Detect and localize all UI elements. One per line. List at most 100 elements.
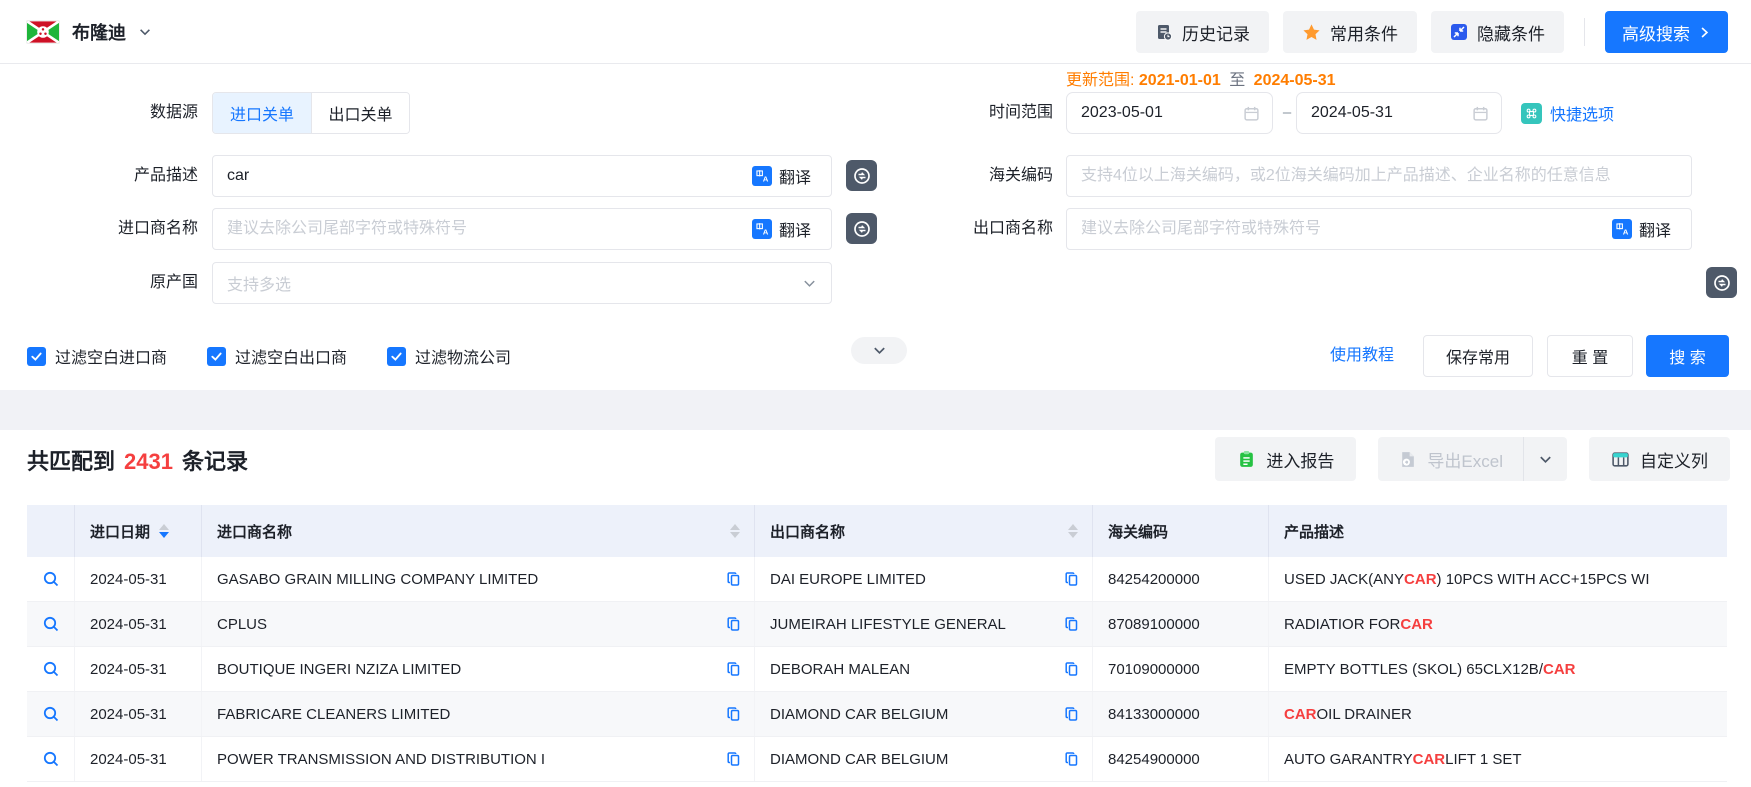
circle-arrows-icon bbox=[852, 166, 872, 186]
tutorial-link[interactable]: 使用教程 bbox=[1330, 335, 1394, 377]
export-options-dropdown[interactable] bbox=[1523, 437, 1567, 481]
row-detail-button[interactable] bbox=[27, 557, 74, 601]
quick-options-button[interactable]: 快捷选项 bbox=[1521, 92, 1614, 134]
favorites-label: 常用条件 bbox=[1330, 20, 1398, 45]
filter-checkbox-item[interactable]: 过滤空白进口商 bbox=[27, 344, 167, 368]
datasource-tabs: 进口关单 出口关单 bbox=[212, 92, 410, 134]
product-input[interactable] bbox=[212, 155, 832, 197]
copy-icon[interactable] bbox=[1064, 706, 1080, 722]
favorites-button[interactable]: 常用条件 bbox=[1283, 11, 1417, 53]
origin-country-select[interactable]: 支持多选 bbox=[212, 262, 832, 304]
time-range-label: 时间范围 bbox=[870, 92, 1053, 134]
header-detail-column bbox=[27, 505, 74, 557]
results-panel: 共匹配到2431条记录 进入报告 bbox=[0, 430, 1751, 787]
customize-columns-button[interactable]: 自定义列 bbox=[1589, 437, 1730, 481]
history-button[interactable]: 历史记录 bbox=[1136, 11, 1269, 53]
date-from-value: 2023-05-01 bbox=[1081, 104, 1163, 122]
copy-icon[interactable] bbox=[1064, 616, 1080, 632]
row-detail-button[interactable] bbox=[27, 692, 74, 736]
copy-icon[interactable] bbox=[726, 616, 742, 632]
hide-conditions-button[interactable]: 隐藏条件 bbox=[1431, 11, 1564, 53]
cell-product-description: USED JACK(ANY CAR) 10PCS WITH ACC+15PCS … bbox=[1268, 557, 1727, 601]
reset-button[interactable]: 重 置 bbox=[1547, 335, 1633, 377]
save-favorite-button[interactable]: 保存常用 bbox=[1423, 335, 1533, 377]
exporter-translate-button[interactable]: A 翻译 bbox=[1612, 208, 1671, 250]
exporter-input[interactable] bbox=[1066, 208, 1692, 250]
search-button[interactable]: 搜 索 bbox=[1646, 335, 1729, 377]
cell-import-date: 2024-05-31 bbox=[74, 602, 201, 646]
highlighted-keyword: CAR bbox=[1400, 616, 1433, 633]
svg-text:A: A bbox=[1623, 227, 1629, 236]
cell-hs-code: 70109000000 bbox=[1092, 647, 1268, 691]
table-header-row: 进口日期 进口商名称 出口商名称 海关编码 产品描述 bbox=[27, 505, 1727, 557]
svg-text:A: A bbox=[763, 174, 769, 183]
date-from-input[interactable]: 2023-05-01 bbox=[1066, 92, 1273, 134]
product-translate-button[interactable]: A 翻译 bbox=[752, 155, 811, 197]
filter-checkbox-item[interactable]: 过滤物流公司 bbox=[387, 344, 511, 368]
table-row: 2024-05-31 CPLUS JUMEIRAH LIFESTYLE GENE… bbox=[27, 602, 1727, 647]
country-name: 布隆迪 bbox=[72, 19, 126, 45]
history-label: 历史记录 bbox=[1182, 20, 1250, 45]
tab-export-declarations[interactable]: 出口关单 bbox=[311, 93, 409, 133]
sort-control-import-date[interactable] bbox=[159, 524, 169, 538]
export-split-button: 导出Excel bbox=[1378, 437, 1567, 481]
importer-translate-button[interactable]: A 翻译 bbox=[752, 208, 811, 250]
importer-input[interactable] bbox=[212, 208, 832, 250]
header-import-date[interactable]: 进口日期 bbox=[74, 505, 201, 557]
cell-import-date: 2024-05-31 bbox=[74, 737, 201, 781]
date-separator: – bbox=[1278, 92, 1296, 134]
date-to-input[interactable]: 2024-05-31 bbox=[1296, 92, 1502, 134]
cell-product-description: CAR OIL DRAINER bbox=[1268, 692, 1727, 736]
cell-exporter-name: DAI EUROPE LIMITED bbox=[754, 557, 1092, 601]
exporter-fuzzy-match-toggle[interactable] bbox=[1706, 267, 1737, 298]
update-range-word: 至 bbox=[1225, 72, 1249, 89]
filter-checkbox-item[interactable]: 过滤空白出口商 bbox=[207, 344, 347, 368]
results-toolbar: 进入报告 导出Excel bbox=[1215, 437, 1730, 481]
exporter-label: 出口商名称 bbox=[870, 208, 1053, 250]
copy-icon[interactable] bbox=[726, 751, 742, 767]
cell-import-date: 2024-05-31 bbox=[74, 692, 201, 736]
copy-icon[interactable] bbox=[1064, 751, 1080, 767]
cell-exporter-name: JUMEIRAH LIFESTYLE GENERAL bbox=[754, 602, 1092, 646]
checkbox-checked-icon[interactable] bbox=[27, 347, 46, 366]
row-detail-button[interactable] bbox=[27, 602, 74, 646]
hs-code-input[interactable] bbox=[1066, 155, 1692, 197]
copy-icon[interactable] bbox=[726, 571, 742, 587]
copy-icon[interactable] bbox=[1064, 661, 1080, 677]
sort-control-exporter[interactable] bbox=[1068, 524, 1078, 538]
row-detail-button[interactable] bbox=[27, 737, 74, 781]
translate-icon: A bbox=[752, 166, 772, 186]
header-exporter-name[interactable]: 出口商名称 bbox=[754, 505, 1092, 557]
table-row: 2024-05-31 GASABO GRAIN MILLING COMPANY … bbox=[27, 557, 1727, 602]
tab-import-declarations[interactable]: 进口关单 bbox=[213, 93, 311, 133]
magnifier-icon bbox=[42, 705, 60, 723]
columns-icon bbox=[1611, 450, 1630, 469]
magnifier-icon bbox=[42, 615, 60, 633]
cell-importer-name: BOUTIQUE INGERI NZIZA LIMITED bbox=[201, 647, 754, 691]
copy-icon[interactable] bbox=[726, 706, 742, 722]
chevron-down-icon bbox=[1538, 452, 1553, 467]
header-importer-name[interactable]: 进口商名称 bbox=[201, 505, 754, 557]
header-hs-code: 海关编码 bbox=[1092, 505, 1268, 557]
row-detail-button[interactable] bbox=[27, 647, 74, 691]
copy-icon[interactable] bbox=[1064, 571, 1080, 587]
cell-importer-name: GASABO GRAIN MILLING COMPANY LIMITED bbox=[201, 557, 754, 601]
translate-label: 翻译 bbox=[779, 217, 811, 241]
update-range-from: 2021-01-01 bbox=[1139, 72, 1221, 89]
country-selector[interactable]: 布隆迪 bbox=[26, 16, 152, 48]
advanced-search-button[interactable]: 高级搜索 bbox=[1605, 11, 1728, 53]
cell-hs-code: 84133000000 bbox=[1092, 692, 1268, 736]
quick-options-label: 快捷选项 bbox=[1550, 101, 1614, 125]
sort-control-importer[interactable] bbox=[730, 524, 740, 538]
enter-report-button[interactable]: 进入报告 bbox=[1215, 437, 1356, 481]
magnifier-icon bbox=[42, 660, 60, 678]
calendar-icon bbox=[1472, 105, 1489, 122]
circle-arrows-icon bbox=[1712, 273, 1732, 293]
summary-prefix: 共匹配到 bbox=[27, 449, 115, 474]
checkbox-checked-icon[interactable] bbox=[207, 347, 226, 366]
copy-icon[interactable] bbox=[726, 661, 742, 677]
checkbox-checked-icon[interactable] bbox=[387, 347, 406, 366]
cell-product-description: EMPTY BOTTLES (SKOL) 65CLX12B/CAR bbox=[1268, 647, 1727, 691]
collapse-form-button[interactable] bbox=[851, 337, 907, 364]
export-excel-button[interactable]: 导出Excel bbox=[1378, 437, 1523, 481]
